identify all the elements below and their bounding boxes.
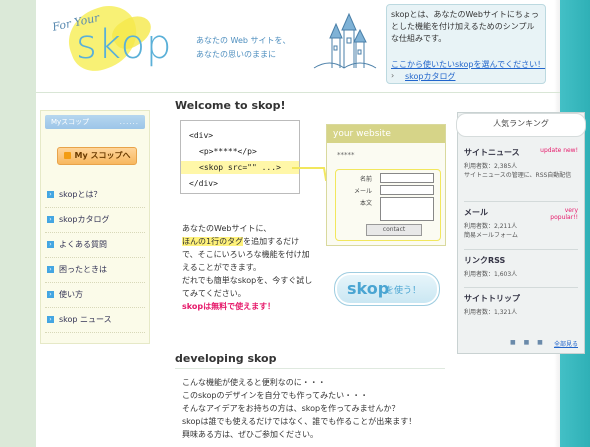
ranking-divider [464,287,578,288]
sidebar-item-label: skop ニュース [59,315,112,324]
field-label-body: 本文 [360,200,373,207]
ranking-item-linkrss[interactable]: リンクRSS 利用者数：1,603人 [464,255,578,279]
ranking-item-desc: 簡易メールフォーム [464,232,518,239]
ranking-divider [464,249,578,250]
ranking-item-sitetrip[interactable]: サイトトリップ 利用者数：1,321人 [464,293,578,317]
tagline: あなたの Web サイトを、 あなたの思いのままに [196,34,291,62]
left-sidebar: Myスコップ ...... My スコップへ › skopとは？ › skopカタロ… [40,110,150,344]
tagline-line1: あなたの Web サイトを、 [196,36,291,45]
sidebar-item-label: よくある質問 [59,240,107,249]
arrow-right-icon: › [47,266,54,273]
code-line-2: <p>*****</p> [199,147,257,156]
sidebar-item-label: skopとは？ [59,190,102,199]
arrow-right-icon: › [47,191,54,198]
tagline-line2: あなたの思いのままに [196,50,276,59]
my-skop-button-label: My スコップへ [74,151,131,160]
mail-field [380,185,434,195]
ranking-item-users: 利用者数：2,211人 [464,223,518,230]
my-skop-header-label: Myスコップ [51,118,90,126]
ranking-item-desc: サイトニュースの管理に、RSS自動配信 [464,172,572,179]
sidebar-item-label: 使い方 [59,290,83,299]
sidebar-item-label: 困ったときは [59,265,107,274]
ranking-item-users: 利用者数：1,603人 [464,271,518,278]
use-skop-button[interactable]: skop を使う！ [334,272,440,306]
my-skop-header: Myスコップ ...... [45,115,145,129]
dev-line: 興味ある方は、ぜひご参加ください。 [182,430,318,439]
sidebar-item-howto[interactable]: › 使い方 [45,283,145,308]
use-skop-button-main: skop [347,279,390,298]
ranking-item-users: 利用者数：1,321人 [464,309,518,316]
ranking-dots: ■ ■ ■ [510,339,546,346]
code-sample-box: <div> <p>*****</p> <skop src="" ...> </d… [180,120,300,194]
my-skop-header-dots: ...... [119,118,139,126]
arrow-right-icon: › [47,216,54,223]
square-icon [63,152,71,159]
use-skop-button-sub: を使う！ [385,286,422,296]
info-box: skopとは、あなたのWebサイトにちょっとした機能を付け加えるためのシンプルな… [386,4,546,84]
field-label-name: 名前 [360,176,373,183]
castle-illustration [313,12,377,69]
your-website-preview: your website ***** 名前 メール 本文 contact [326,124,446,246]
left-background [0,0,36,447]
my-skop-button[interactable]: My スコップへ [57,147,137,165]
sample-contact-form: 名前 メール 本文 contact [335,169,441,241]
field-label-mail: メール [354,188,373,195]
info-link-choose[interactable]: ここから使いたいskopを選んでください！ [391,59,545,70]
name-field [380,173,434,183]
contact-button: contact [366,224,422,236]
chevron-right-icon: › [391,71,395,80]
arrow-right-icon: › [47,316,54,323]
developing-title: developing skop [175,352,277,365]
ranking-item-mail[interactable]: メール very popular!! 利用者数：2,211人 簡易メールフォーム [464,207,578,240]
ranking-item-name: リンクRSS [464,256,506,265]
code-line-3: <skop src="" ...> [199,163,281,172]
sidebar-item-faq[interactable]: › よくある質問 [45,233,145,258]
sidebar-item-about[interactable]: › skopとは？ [45,183,145,208]
your-website-stars: ***** [337,151,355,159]
your-website-title: your website [327,125,445,143]
divider [175,368,445,369]
dev-line: こんな機能が使えると便利なのに・・・ [182,378,326,387]
code-line-4: </div> [189,179,218,188]
ranking-item-tag: very popular!! [550,207,578,221]
ranking-panel: 人気ランキング サイトニュース update new! 利用者数：2,385人 … [456,112,586,354]
page: For Your skop あなたの Web サイトを、 あなたの思いのままに … [0,0,590,447]
ranking-item-news[interactable]: サイトニュース update new! 利用者数：2,385人 サイトニュースの… [464,147,578,180]
intro-free-notice: skopは無料で使えます！ [182,302,276,311]
sidebar-nav: › skopとは？ › skopカタログ › よくある質問 › 困ったときは › 使い方 … [45,183,145,333]
logo[interactable]: skop [76,22,172,68]
sidebar-item-catalog[interactable]: › skopカタログ [45,208,145,233]
ranking-item-name: サイトトリップ [464,294,520,303]
sidebar-item-news[interactable]: › skop ニュース [45,308,145,333]
ranking-more-link[interactable]: 全部見る [554,339,578,348]
developing-text: こんな機能が使えると便利なのに・・・ このskopのデザインを自分でも作ってみた… [182,376,462,441]
arrow-right-icon: › [47,241,54,248]
ranking-item-tag: update new! [540,147,578,154]
arrow-right-icon: › [47,291,54,298]
sidebar-item-label: skopカタログ [59,215,110,224]
sidebar-item-trouble[interactable]: › 困ったときは [45,258,145,283]
ranking-divider [464,201,578,202]
info-link-catalog[interactable]: skopカタログ [405,71,456,82]
info-text: skopとは、あなたのWebサイトにちょっとした機能を付け加えるためのシンプルな… [391,10,539,43]
welcome-title: Welcome to skop! [175,99,286,112]
dev-line: そんなアイデアをお持ちの方は、skopを作ってみませんか？ [182,404,400,413]
ranking-title: 人気ランキング [493,119,549,128]
code-line-1: <div> [189,131,214,140]
body-field [380,197,434,221]
intro-line3: だれでも簡単なskopを、今すぐ試してみてください。 [182,276,313,298]
dev-line: このskopのデザインを自分でも作ってみたい・・・ [182,391,369,400]
intro-line1: あなたのWebサイトに、 [182,224,272,233]
ranking-item-users: 利用者数：2,385人 [464,163,518,170]
intro-highlight: ほんの1行のタグ [182,237,244,246]
intro-text: あなたのWebサイトに、 ほんの1行のタグを追加するだけで、そこにいろいろな機能… [182,222,314,313]
dev-line: skopは誰でも使えるだけではなく、誰でも作ることが出来ます！ [182,417,417,426]
